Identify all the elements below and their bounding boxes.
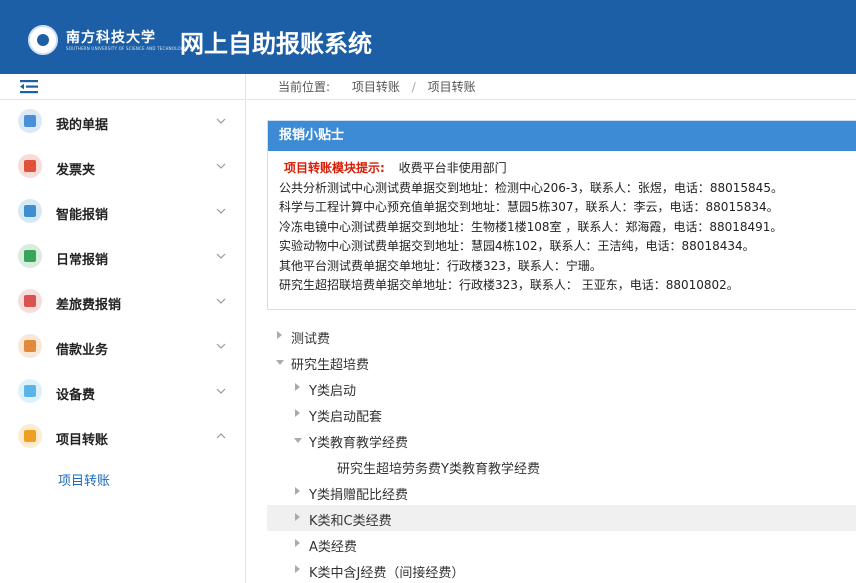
caret-down-icon[interactable] [294,438,302,443]
tips-body: 项目转账模块提示: 收费平台非使用部门 公共分析测试中心测试费单据交到地址：检测… [268,151,856,296]
sidebar: 我的单据发票夹智能报销日常报销差旅费报销借款业务设备费项目转账 项目转账 [0,74,246,583]
tree-node-label: Y类启动 [309,384,356,399]
breadcrumb: 当前位置: 项目转账 / 项目转账 [247,74,856,100]
tree-node[interactable]: 研究生超培劳务费Y类教育教学经费 [267,453,856,479]
hand-money-icon [18,334,42,358]
system-title: 网上自助报账系统 [180,30,372,58]
caret-right-icon[interactable] [295,487,300,495]
chevron-down-icon [216,253,226,259]
tips-line: 公共分析测试中心测试费单据交到地址：检测中心206-3，联系人：张煜，电话：88… [279,180,783,195]
sidebar-item-label: 设备费 [56,388,96,403]
chevron-down-icon [216,343,226,349]
menu-collapse-icon[interactable] [18,78,40,96]
sidebar-item-4[interactable]: 差旅费报销 [0,280,245,325]
breadcrumb-level1[interactable]: 项目转账 [352,80,400,94]
sidebar-subitem-label: 项目转账 [58,474,111,489]
sidebar-toggle-bar [0,74,245,100]
tree-node-label: Y类启动配套 [309,410,382,425]
tree-node[interactable]: Y类捐赠配比经费 [267,479,856,505]
sidebar-item-0[interactable]: 我的单据 [0,100,245,145]
tree-node-label: Y类捐赠配比经费 [309,488,408,503]
tree-node[interactable]: K类中含J经费（间接经费） [267,557,856,583]
chevron-down-icon [216,163,226,169]
project-tree: 测试费研究生超培费 Y类启动 Y类启动配套 Y类教育教学经费研究生超培劳务费Y类教育教… [267,323,856,583]
tips-line: 其他平台测试费单据交单地址：行政楼323，联系人：宁珊。 [279,258,602,273]
tips-title: 项目转账模块提示: [284,161,385,175]
tree-node-label: K类中含J经费（间接经费） [309,566,465,581]
smart-reimburse-icon [18,199,42,223]
tips-panel: 报销小贴士 项目转账模块提示: 收费平台非使用部门 公共分析测试中心测试费单据交… [267,120,856,310]
sidebar-item-label: 借款业务 [56,343,109,358]
sidebar-item-label: 智能报销 [56,208,109,223]
sidebar-item-5[interactable]: 借款业务 [0,325,245,370]
transfer-icon [18,424,42,448]
tree-node[interactable]: Y类启动配套 [267,401,856,427]
invoice-icon [18,154,42,178]
tree-node-label: 测试费 [291,332,331,347]
chevron-up-icon [216,433,226,439]
sidebar-item-label: 发票夹 [56,163,96,178]
sidebar-item-6[interactable]: 设备费 [0,370,245,415]
app-header: 南方科技大学 SOUTHERN UNIVERSITY OF SCIENCE AN… [0,0,856,74]
tree-node[interactable]: 研究生超培费 [267,349,856,375]
breadcrumb-prefix: 当前位置: [278,80,331,94]
sidebar-item-label: 差旅费报销 [56,298,122,313]
sidebar-item-7[interactable]: 项目转账 [0,415,245,460]
breadcrumb-separator: / [411,80,416,94]
sidebar-item-3[interactable]: 日常报销 [0,235,245,280]
chevron-down-icon [216,118,226,124]
tree-node[interactable]: A类经费 [267,531,856,557]
sidebar-item-label: 我的单据 [56,118,109,133]
sidebar-subitem-0[interactable]: 项目转账 [0,460,245,496]
tree-node[interactable]: 测试费 [267,323,856,349]
tree-node-label: K类和C类经费 [309,514,392,529]
box-icon [18,379,42,403]
car-icon [18,289,42,313]
tree-node[interactable]: K类和C类经费 [267,505,856,531]
tree-node[interactable]: Y类教育教学经费 [267,427,856,453]
caret-right-icon[interactable] [295,565,300,573]
tips-line: 冷冻电镜中心测试费单据交到地址：生物楼1楼108室 ，联系人：郑海霞，电话：88… [279,219,783,234]
document-icon [18,109,42,133]
sidebar-item-label: 日常报销 [56,253,109,268]
tree-node-label: 研究生超培费 [291,358,370,373]
tips-line: 实验动物中心测试费单据交到地址：慧园4栋102，联系人：王洁纯，电话：88018… [279,239,755,253]
main-content: 当前位置: 项目转账 / 项目转账 报销小贴士 项目转账模块提示: 收费平台非使… [247,74,856,583]
chevron-down-icon [216,388,226,394]
tips-line: 研究生超招联培费单据交单地址：行政楼323，联系人： 王亚东，电话：880108… [279,278,739,292]
sidebar-item-1[interactable]: 发票夹 [0,145,245,190]
sidebar-item-2[interactable]: 智能报销 [0,190,245,235]
caret-down-icon[interactable] [276,360,284,365]
caret-right-icon[interactable] [277,331,282,339]
tree-node-label: Y类教育教学经费 [309,436,408,451]
tree-node[interactable]: Y类启动 [267,375,856,401]
chevron-down-icon [216,208,226,214]
tree-node-label: 研究生超培劳务费Y类教育教学经费 [337,462,540,477]
university-logo [28,25,58,55]
money-icon [18,244,42,268]
breadcrumb-level2: 项目转账 [427,80,476,94]
caret-right-icon[interactable] [295,513,300,521]
caret-right-icon[interactable] [295,539,300,547]
tips-header: 报销小贴士 [268,121,856,151]
caret-right-icon[interactable] [295,409,300,417]
chevron-down-icon [216,298,226,304]
sidebar-item-label: 项目转账 [56,433,109,448]
university-name-en: SOUTHERN UNIVERSITY OF SCIENCE AND TECHN… [66,46,187,51]
tree-node-label: A类经费 [309,540,357,555]
tips-title-line: 项目转账模块提示: 收费平台非使用部门 [279,159,856,179]
tips-first-line: 收费平台非使用部门 [398,161,507,175]
caret-right-icon[interactable] [295,383,300,391]
university-name: 南方科技大学 [66,30,156,46]
tips-line: 科学与工程计算中心预充值单据交到地址：慧园5栋307，联系人：李云，电话：880… [279,200,779,214]
